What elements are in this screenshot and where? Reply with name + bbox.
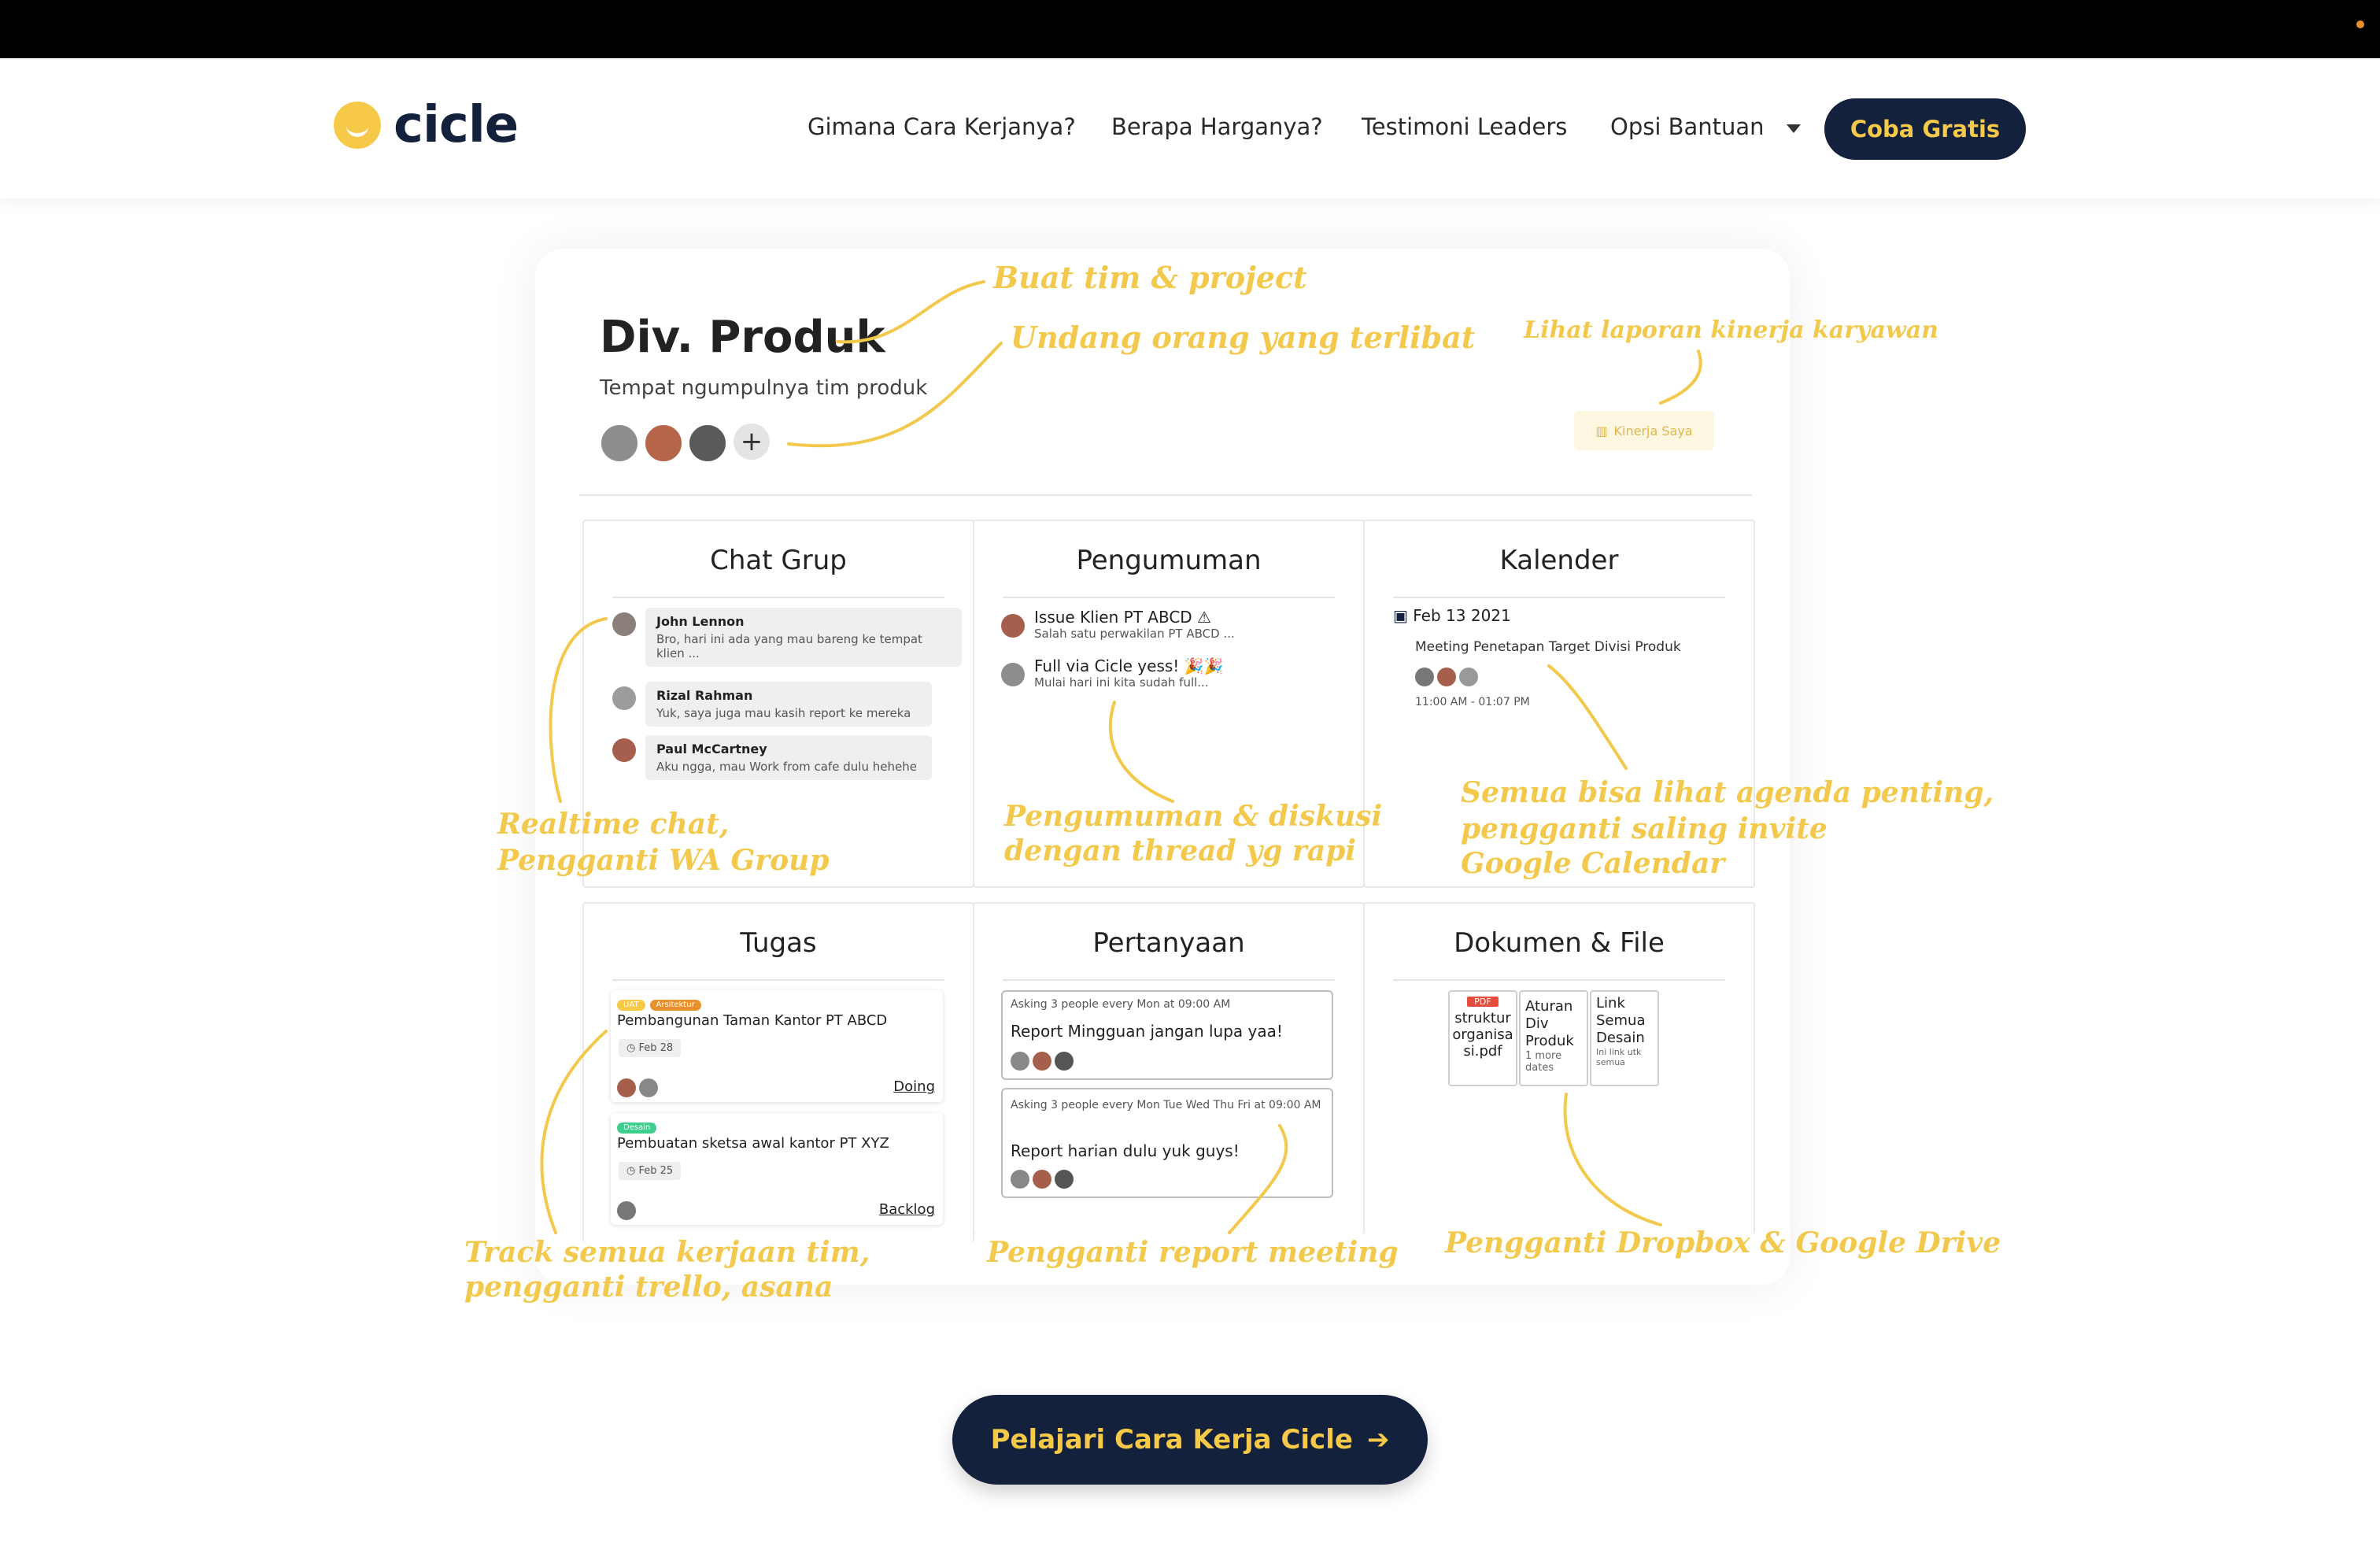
pelajari-cara-kerja-button[interactable]: Pelajari Cara Kerja Cicle ➔ [952,1395,1428,1485]
arrow-dokumen [1563,1093,1662,1226]
annotation-tugas-line2: pengganti trello, asana [464,1270,833,1304]
annotation-kalender-line3: Google Calendar [1461,847,1725,880]
arrow-right-icon: ➔ [1366,1424,1390,1455]
arrow-pengumuman [1108,701,1174,803]
annotation-kalender-line2: pengganti saling invite [1461,812,1828,845]
annotation-chat-line1: Realtime chat, [497,808,730,841]
arrow-chat [549,617,608,803]
arrow-kalender [1547,664,1628,770]
annotation-laporan: Lihat laporan kinerja karyawan [1524,316,1938,344]
arrow-undang [787,342,1003,448]
annotation-arrows [540,280,1702,1234]
annotation-pengumuman-line1: Pengumuman & diskusi [1004,800,1383,833]
annotation-tugas-line1: Track semua kerjaan tim, [464,1236,870,1269]
arrow-tugas [540,1030,608,1234]
annotation-undang: Undang orang yang terlibat [1011,320,1476,355]
annotation-pertanyaan: Pengganti report meeting [987,1236,1399,1269]
arrow-buat-tim [836,280,985,344]
annotation-pengumuman-line2: dengan thread yg rapi [1004,834,1356,867]
arrow-pertanyaan [1228,1124,1288,1234]
arrow-laporan [1659,350,1702,405]
annotation-dokumen: Pengganti Dropbox & Google Drive [1445,1226,2001,1259]
annotation-buat-tim: Buat tim & project [993,260,1307,295]
annotation-kalender-line1: Semua bisa lihat agenda penting, [1461,776,1994,809]
pelajari-label: Pelajari Cara Kerja Cicle [990,1424,1353,1455]
annotation-chat-line2: Pengganti WA Group [497,844,830,877]
